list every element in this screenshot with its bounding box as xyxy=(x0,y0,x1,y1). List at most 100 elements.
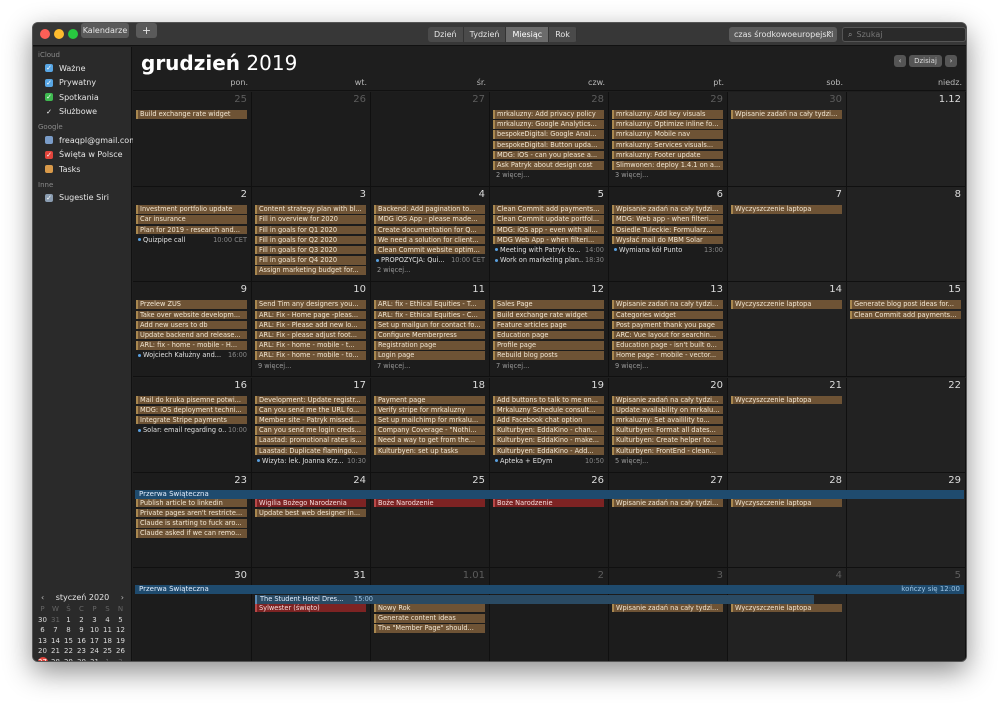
mini-prev-month-button[interactable]: ‹ xyxy=(41,592,44,604)
all-day-event[interactable]: Wpisanie zadań na cały tydzi... xyxy=(612,300,723,309)
all-day-event[interactable]: Verify stripe for mrkaluzny xyxy=(374,405,485,415)
all-day-event[interactable]: mrkaluzny: Google Analytics... xyxy=(493,120,604,129)
all-day-event[interactable]: Add buttons to talk to me on... xyxy=(493,395,604,404)
all-day-event[interactable]: Przelew ZUS xyxy=(136,300,247,309)
all-day-event[interactable]: Backend: Add pagination to... xyxy=(374,205,485,214)
all-day-event[interactable]: Add Facebook chat option xyxy=(493,415,604,425)
all-day-event[interactable]: ARL: Fix - please adjust foot... xyxy=(255,330,366,340)
mini-day[interactable]: 30 xyxy=(75,657,88,662)
all-day-event[interactable]: Fill in overview for 2020 xyxy=(255,215,366,224)
multi-day-event[interactable]: Przerwa Świąteczna xyxy=(135,489,964,499)
all-day-event[interactable]: Set up mailchimp for mrkalu... xyxy=(374,415,485,425)
multi-day-event[interactable]: The Student Hotel Dres... 15:00 xyxy=(255,594,815,604)
mini-day[interactable]: 1 xyxy=(101,657,114,662)
mini-day[interactable]: 31 xyxy=(49,615,62,626)
all-day-event[interactable]: Clean Commit website optim... xyxy=(374,245,485,255)
day-cell[interactable]: 26 xyxy=(252,92,371,188)
all-day-event[interactable]: Build exchange rate widget xyxy=(136,110,247,119)
all-day-event[interactable]: Wyczyszczenie laptopa xyxy=(731,395,842,404)
sidebar-calendar-item[interactable]: ✓ Spotkania xyxy=(45,91,99,103)
all-day-event[interactable]: Home page - mobile - vector... xyxy=(612,351,723,360)
all-day-event[interactable]: Registration page xyxy=(374,341,485,350)
mini-day[interactable]: 25 xyxy=(101,646,114,657)
checkbox-icon[interactable]: ✓ xyxy=(45,150,53,159)
all-day-event[interactable]: Education page - isn't built o... xyxy=(612,341,723,350)
all-day-event[interactable]: ARL: fix - Ethical Equities - T... xyxy=(374,300,485,309)
more-events-link[interactable]: 2 więcej... xyxy=(377,266,410,274)
view-tab-2[interactable]: Miesiąc xyxy=(506,27,550,42)
all-day-event[interactable]: Set up mailgun for contact fo... xyxy=(374,320,485,330)
all-day-event[interactable]: Content strategy plan with bl... xyxy=(255,205,366,214)
all-day-event[interactable]: mrkaluzny: Optimize inline fo... xyxy=(612,120,723,129)
mini-day[interactable]: 17 xyxy=(88,636,101,647)
day-cell[interactable]: 14 Wyczyszczenie laptopa xyxy=(728,282,847,378)
mini-day[interactable]: 26 xyxy=(114,646,127,657)
day-cell[interactable]: 29 mrkaluzny: Add key visuals mrkaluzny: O… xyxy=(609,92,728,188)
holiday-event[interactable]: Wigilia Bożego Narodzenia xyxy=(255,498,366,508)
all-day-event[interactable]: Feature articles page xyxy=(493,320,604,330)
all-day-event[interactable]: Generate blog post ideas for... xyxy=(850,300,961,309)
sidebar-calendar-item[interactable]: ✓ Sugestie Siri xyxy=(45,192,109,204)
all-day-event[interactable]: Member site - Patryk missed... xyxy=(255,415,366,425)
mini-day[interactable]: 5 xyxy=(114,615,127,626)
day-cell[interactable]: 1.01 Nowy Rok Generate content ideas The "M… xyxy=(371,567,490,661)
all-day-event[interactable]: Education page xyxy=(493,330,604,340)
all-day-event[interactable]: Rebuild blog posts xyxy=(493,351,604,360)
all-day-event[interactable]: Nowy Rok xyxy=(374,603,485,613)
day-cell[interactable]: 26 Boże Narodzenie xyxy=(490,472,609,568)
day-cell[interactable]: 28 Wyczyszczenie laptopa xyxy=(728,472,847,568)
mini-day[interactable]: 2 xyxy=(75,615,88,626)
mini-day[interactable]: 14 xyxy=(49,636,62,647)
mini-day-today[interactable]: 27 xyxy=(37,656,48,661)
all-day-event[interactable]: MDG: Web app - when filteri... xyxy=(612,215,723,224)
add-event-button[interactable]: + xyxy=(136,23,157,38)
zoom-window-button[interactable] xyxy=(68,29,78,39)
all-day-event[interactable]: mrkaluzny: Mobile nav xyxy=(612,130,723,139)
sidebar-calendar-item[interactable]: ✓ Służbowe xyxy=(45,106,97,118)
mini-day[interactable]: 9 xyxy=(75,625,88,636)
day-cell[interactable]: 4 Wyczyszczenie laptopa xyxy=(728,567,847,661)
day-cell[interactable]: 3 Wpisanie zadań na cały tydzi... xyxy=(609,567,728,661)
mini-day[interactable]: 30 xyxy=(36,615,49,626)
all-day-event[interactable]: Clean Commit add payments... xyxy=(493,205,604,214)
prev-month-button[interactable]: ‹ xyxy=(894,55,906,67)
holiday-event[interactable]: Boże Narodzenie xyxy=(493,498,604,508)
all-day-event[interactable]: Private pages aren't restricte... xyxy=(136,508,247,518)
all-day-event[interactable]: Company Coverage - "Nothi... xyxy=(374,426,485,435)
all-day-event[interactable]: Update availability on mrkalu... xyxy=(612,405,723,415)
all-day-event[interactable]: mrkaluzny: Add key visuals xyxy=(612,110,723,119)
mini-day[interactable]: 12 xyxy=(114,625,127,636)
all-day-event[interactable]: Integrate Stripe payments xyxy=(136,415,247,425)
day-cell[interactable]: 5 xyxy=(847,567,966,661)
all-day-event[interactable]: Kulturbyen: Format all dates... xyxy=(612,426,723,435)
timed-event[interactable]: Apteka + EDym 10:50 xyxy=(495,456,604,466)
all-day-event[interactable]: Generate content ideas xyxy=(374,614,485,623)
day-cell[interactable]: 9 Przelew ZUS Take over website developm..… xyxy=(133,282,252,378)
timed-event[interactable]: Quizpipe call 10:00 CET xyxy=(138,235,247,245)
timed-event[interactable]: Wymiana kół Punto 13:00 xyxy=(614,245,723,255)
all-day-event[interactable]: Create documentation for Q... xyxy=(374,225,485,235)
all-day-event[interactable]: mrkaluzny: Set availility to... xyxy=(612,415,723,425)
timed-event[interactable]: Work on marketing plan... 18:30 xyxy=(495,256,604,265)
all-day-event[interactable]: Wyczyszczenie laptopa xyxy=(731,498,842,508)
checkbox-icon[interactable] xyxy=(45,165,53,173)
all-day-event[interactable]: Wyczyszczenie laptopa xyxy=(731,603,842,613)
all-day-event[interactable]: ARL: Fix - home - mobile - t... xyxy=(255,341,366,350)
day-cell[interactable]: 25 Build exchange rate widget xyxy=(133,92,252,188)
all-day-event[interactable]: Plan for 2019 - research and... xyxy=(136,225,247,235)
all-day-event[interactable]: Mail do kruka pisemne potwi... xyxy=(136,395,247,404)
view-tab-0[interactable]: Dzień xyxy=(428,27,464,42)
all-day-event[interactable]: Clean Commit add payments... xyxy=(850,310,961,320)
all-day-event[interactable]: Fill in goals for Q3 2020 xyxy=(255,245,366,255)
all-day-event[interactable]: Sales Page xyxy=(493,300,604,309)
all-day-event[interactable]: Laastad: promotional rates is... xyxy=(255,436,366,445)
day-cell[interactable]: 1.12 xyxy=(847,92,966,188)
sidebar-calendar-item[interactable]: Tasks xyxy=(45,163,80,175)
mini-day[interactable]: 29 xyxy=(62,657,75,662)
day-cell[interactable]: 16 Mail do kruka pisemne potwi... MDG: iOS… xyxy=(133,377,252,473)
timezone-select[interactable]: czas środkowoeuropejski ⌃ xyxy=(729,27,837,42)
all-day-event[interactable]: Wpisanie zadań na cały tydzi... xyxy=(612,498,723,508)
all-day-event[interactable]: Login page xyxy=(374,351,485,360)
close-window-button[interactable] xyxy=(40,29,50,39)
search-field[interactable]: ⌕ Szukaj xyxy=(842,27,966,42)
